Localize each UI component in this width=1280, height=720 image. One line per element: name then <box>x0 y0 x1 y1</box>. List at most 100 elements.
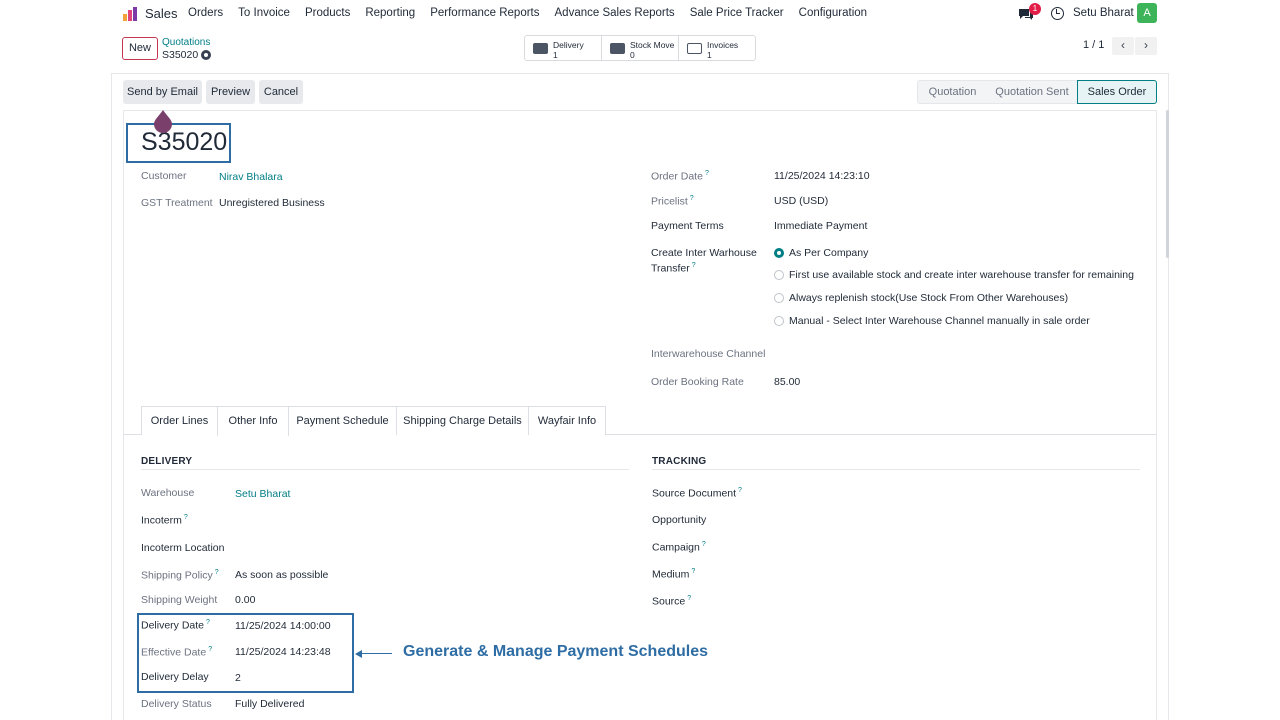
menu-sale-price-tracker[interactable]: Sale Price Tracker <box>690 7 784 19</box>
tracking-heading: TRACKING <box>652 456 707 467</box>
shipping-weight-label: Shipping Weight <box>141 594 218 606</box>
menu-products[interactable]: Products <box>305 7 350 19</box>
order-date-field[interactable]: 11/25/2024 14:23:10 <box>774 170 870 182</box>
delivery-date-label-text: Delivery Date <box>141 619 205 632</box>
customer-field[interactable]: Nirav Bhalara <box>219 171 283 183</box>
cancel-button[interactable]: Cancel <box>259 80 303 104</box>
radio-manual-channel[interactable] <box>774 316 784 326</box>
help-icon[interactable]: ? <box>687 595 691 602</box>
send-by-email-button[interactable]: Send by Email <box>123 80 202 104</box>
avatar[interactable]: A <box>1137 3 1157 23</box>
smart-buttons: Delivery 1 Stock Move 0 Invoices 1 <box>524 35 756 61</box>
help-icon[interactable]: ? <box>215 569 219 576</box>
tab-wayfair-info[interactable]: Wayfair Info <box>528 406 606 435</box>
new-button[interactable]: New <box>122 37 158 60</box>
delivery-date-field[interactable]: 11/25/2024 14:00:00 <box>235 620 331 632</box>
delivery-status-field: Fully Delivered <box>235 698 305 710</box>
warehouse-label: Warehouse <box>141 487 195 499</box>
pricelist-label: Pricelist? <box>651 195 694 208</box>
incoterm-label-text: Incoterm <box>141 514 182 527</box>
scrollbar[interactable] <box>1166 110 1169 258</box>
section-divider <box>652 469 1140 470</box>
delivery-date-label: Delivery Date? <box>141 619 210 632</box>
help-icon[interactable]: ? <box>702 541 706 548</box>
pricelist-field[interactable]: USD (USD) <box>774 195 828 207</box>
help-icon[interactable]: ? <box>690 195 694 202</box>
pager-next-button[interactable]: › <box>1135 37 1157 55</box>
menu-orders[interactable]: Orders <box>188 7 223 19</box>
smart-button-label: Delivery <box>553 40 584 50</box>
help-icon[interactable]: ? <box>206 619 210 626</box>
source-label-text: Source <box>652 595 686 608</box>
customer-label: Customer <box>141 170 187 182</box>
radio-label: As Per Company <box>789 247 869 259</box>
status-bar: Quotation Quotation Sent Sales Order <box>917 80 1157 104</box>
shipping-policy-field[interactable]: As soon as possible <box>235 569 328 581</box>
delivery-delay-field: 2 <box>235 672 241 684</box>
menu-to-invoice[interactable]: To Invoice <box>238 7 290 19</box>
gst-treatment-field[interactable]: Unregistered Business <box>219 197 325 209</box>
radio-as-per-company[interactable] <box>774 248 784 258</box>
help-icon[interactable]: ? <box>692 262 696 269</box>
delivery-heading: DELIVERY <box>141 456 193 467</box>
order-date-label-text: Order Date <box>651 170 703 183</box>
preview-button[interactable]: Preview <box>206 80 255 104</box>
notebook-tabs: Order Lines Other Info Payment Schedule … <box>141 406 606 436</box>
source-document-label-text: Source Document <box>652 487 737 500</box>
stock-move-smart-button[interactable]: Stock Move 0 <box>602 36 679 60</box>
tab-order-lines[interactable]: Order Lines <box>141 406 218 435</box>
app-name[interactable]: Sales <box>145 6 178 21</box>
incoterm-location-label: Incoterm Location <box>141 542 225 554</box>
help-icon[interactable]: ? <box>691 568 695 575</box>
tab-payment-schedule[interactable]: Payment Schedule <box>288 406 397 435</box>
stage-quotation-sent[interactable]: Quotation Sent <box>987 80 1077 104</box>
menu-advance-sales-reports[interactable]: Advance Sales Reports <box>555 7 675 19</box>
callout-arrow-head <box>355 650 362 658</box>
help-icon[interactable]: ? <box>208 646 212 653</box>
menu-performance-reports[interactable]: Performance Reports <box>430 7 539 19</box>
help-icon[interactable]: ? <box>738 487 742 494</box>
smart-button-value: 0 <box>630 50 635 60</box>
stage-quotation[interactable]: Quotation <box>917 80 987 104</box>
tab-shipping-charge-details[interactable]: Shipping Charge Details <box>396 406 529 435</box>
smart-button-value: 1 <box>707 50 712 60</box>
sales-app-icon[interactable] <box>122 6 138 22</box>
smart-button-label: Invoices <box>707 40 739 50</box>
help-icon[interactable]: ? <box>184 514 188 521</box>
delivery-smart-button[interactable]: Delivery 1 <box>525 36 602 60</box>
section-divider <box>141 469 629 470</box>
pager-previous-button[interactable]: ‹ <box>1112 37 1134 55</box>
menu-reporting[interactable]: Reporting <box>365 7 415 19</box>
breadcrumb-parent[interactable]: Quotations <box>162 37 210 48</box>
source-document-label: Source Document? <box>652 487 742 500</box>
shipping-policy-label-text: Shipping Policy <box>141 569 213 582</box>
delivery-delay-label: Delivery Delay <box>141 671 209 683</box>
incoterm-label: Incoterm? <box>141 514 188 527</box>
tab-other-info[interactable]: Other Info <box>217 406 289 436</box>
pin-marker-icon <box>154 110 172 133</box>
source-label: Source? <box>652 595 691 608</box>
radio-always-replenish[interactable] <box>774 293 784 303</box>
activity-clock-icon[interactable] <box>1051 7 1064 20</box>
order-booking-rate-field[interactable]: 85.00 <box>774 376 800 388</box>
stage-sales-order[interactable]: Sales Order <box>1077 80 1157 104</box>
inter-warehouse-label-line1: Create Inter Warhouse <box>651 247 757 259</box>
menu-configuration[interactable]: Configuration <box>799 7 867 19</box>
radio-first-use-stock[interactable] <box>774 270 784 280</box>
pager-value[interactable]: 1 / 1 <box>1083 39 1104 51</box>
delivery-status-label: Delivery Status <box>141 698 212 710</box>
effective-date-label: Effective Date? <box>141 646 212 659</box>
help-icon[interactable]: ? <box>705 170 709 177</box>
invoices-smart-button[interactable]: Invoices 1 <box>679 36 755 60</box>
gear-icon[interactable] <box>201 50 211 60</box>
warehouse-field[interactable]: Setu Bharat <box>235 488 290 500</box>
effective-date-label-text: Effective Date <box>141 646 207 659</box>
main-menu: Orders To Invoice Products Reporting Per… <box>188 7 882 19</box>
user-name[interactable]: Setu Bharat <box>1073 7 1134 19</box>
payment-terms-field[interactable]: Immediate Payment <box>774 220 867 232</box>
chat-badge: 1 <box>1029 3 1041 15</box>
payment-terms-label: Payment Terms <box>651 220 724 232</box>
breadcrumb-current: S35020 <box>162 49 199 61</box>
radio-label: First use available stock and create int… <box>789 269 1134 281</box>
medium-label-text: Medium <box>652 568 690 581</box>
